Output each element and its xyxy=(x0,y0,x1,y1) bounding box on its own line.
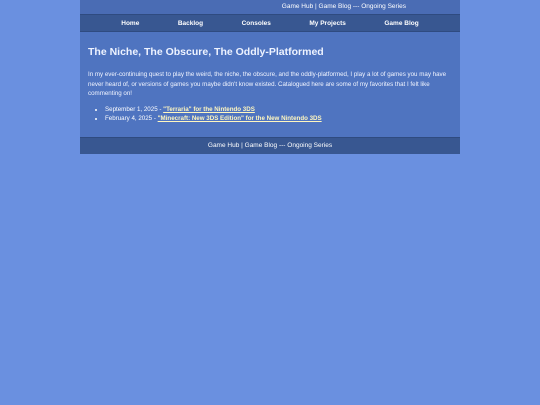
page-container: Game Hub | Game Blog --- Ongoing Series … xyxy=(80,0,460,154)
top-link-bar: Game Hub | Game Blog --- Ongoing Series xyxy=(80,0,460,14)
footer-link-game-hub[interactable]: Game Hub xyxy=(208,142,239,149)
nav-home[interactable]: Home xyxy=(121,20,139,27)
footer-link-ongoing-series[interactable]: Ongoing Series xyxy=(287,142,332,149)
nav-game-blog[interactable]: Game Blog xyxy=(384,20,418,27)
top-link-game-hub[interactable]: Game Hub xyxy=(282,3,313,10)
footer-separator: --- xyxy=(277,142,288,149)
entry-date: February 4, 2025 - xyxy=(105,115,158,122)
list-item: February 4, 2025 - "Minecraft: New 3DS E… xyxy=(105,114,452,124)
footer-link-game-blog[interactable]: Game Blog xyxy=(245,142,278,149)
entry-list: September 1, 2025 - "Terraria" for the N… xyxy=(88,105,452,124)
top-link-ongoing-series[interactable]: Ongoing Series xyxy=(361,3,406,10)
entry-link-minecraft[interactable]: "Minecraft: New 3DS Edition" for the New… xyxy=(158,115,322,122)
nav-backlog[interactable]: Backlog xyxy=(178,20,203,27)
top-link-game-blog[interactable]: Game Blog xyxy=(319,3,352,10)
top-link-separator: --- xyxy=(351,3,362,10)
intro-paragraph: In my ever-continuing quest to play the … xyxy=(88,71,447,97)
entry-link-terraria[interactable]: "Terraria" for the Nintendo 3DS xyxy=(163,106,255,113)
page-title: The Niche, The Obscure, The Oddly-Platfo… xyxy=(88,46,324,58)
nav-my-projects[interactable]: My Projects xyxy=(309,20,346,27)
main-content: The Niche, The Obscure, The Oddly-Platfo… xyxy=(80,32,460,137)
main-nav: Home Backlog Consoles My Projects Game B… xyxy=(80,14,460,32)
list-item: September 1, 2025 - "Terraria" for the N… xyxy=(105,105,452,115)
footer: Game Hub | Game Blog --- Ongoing Series xyxy=(80,137,460,154)
nav-consoles[interactable]: Consoles xyxy=(242,20,271,27)
entry-date: September 1, 2025 - xyxy=(105,105,164,113)
